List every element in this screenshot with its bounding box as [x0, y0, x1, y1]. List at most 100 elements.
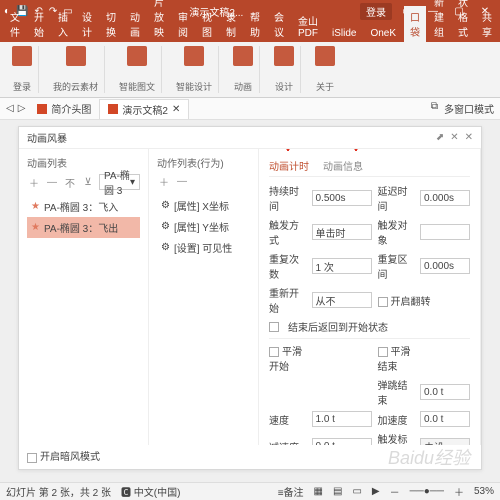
zoom-out-icon[interactable]: －: [390, 484, 400, 499]
ribbon-tab[interactable]: 切换: [100, 6, 122, 42]
multi-window-icon[interactable]: ⧉: [431, 101, 438, 116]
ribbon-group[interactable]: 设计: [268, 46, 301, 93]
inp-restart[interactable]: 从不: [312, 292, 372, 308]
ribbon-tab[interactable]: 新建组: [428, 0, 450, 42]
lbl-restart: 重新开始: [269, 285, 306, 315]
ribbon-group[interactable]: 动画: [227, 46, 260, 93]
remove-icon[interactable]: —: [45, 177, 59, 188]
inp-accel[interactable]: 0.0 t: [420, 411, 470, 427]
inp-delay[interactable]: 0.000s: [420, 190, 470, 206]
ribbon-tab[interactable]: 审阅: [172, 6, 194, 42]
lbl-repeat: 重复次数: [269, 251, 306, 281]
tab-info[interactable]: 动画信息: [323, 155, 363, 176]
animation-list-item[interactable]: ★PA-椭圆 3：飞入: [27, 196, 140, 217]
ribbon-tab[interactable]: 插入: [52, 6, 74, 42]
login-button[interactable]: 登录: [360, 3, 392, 20]
ribbon-group-label: 登录: [13, 80, 31, 93]
lbl-tag: 触发标签: [378, 431, 415, 445]
inp-tag[interactable]: 未设: [420, 438, 470, 445]
document-tab-strip: ◁ ▷ 简介头图演示文稿2 ✕ ⧉ 多窗口模式: [0, 98, 500, 120]
multi-window-label[interactable]: 多窗口模式: [444, 101, 494, 116]
ribbon-group-label: 我的云素材: [53, 80, 98, 93]
zoom-value[interactable]: 53%: [474, 486, 494, 497]
action-list-item[interactable]: ⚙ [设置] 可见性: [157, 237, 250, 258]
ribbon-tab[interactable]: 帮助: [244, 6, 266, 42]
ribbon-group[interactable]: 智能设计: [170, 46, 219, 93]
lbl-speed: 速度: [269, 412, 306, 427]
inp-duration[interactable]: 0.500s: [312, 190, 372, 206]
add2-icon[interactable]: ＋: [157, 174, 171, 189]
ribbon-tab[interactable]: 口袋: [404, 6, 426, 42]
inp-trigobj[interactable]: [420, 224, 470, 240]
panel-pop-icon[interactable]: ⬈: [436, 132, 444, 143]
ribbon-group-label: 设计: [275, 80, 293, 93]
remove2-icon[interactable]: —: [175, 176, 189, 187]
ribbon-tab[interactable]: 幻灯片放映: [148, 0, 170, 42]
view-reading-icon[interactable]: ▭: [352, 486, 361, 497]
ribbon-tab[interactable]: 设计: [76, 6, 98, 42]
action-list-item[interactable]: ⚙ [属性] X坐标: [157, 195, 250, 216]
inp-repeat[interactable]: 1 次: [312, 258, 372, 274]
view-sorter-icon[interactable]: ▤: [333, 486, 342, 497]
gear-icon: ⚙: [161, 200, 170, 211]
ribbon-group[interactable]: 我的云素材: [47, 46, 105, 93]
status-bar: 幻灯片 第 2 张，共 2 张 🅲 中文(中国) ≡备注 ▦ ▤ ▭ ▶ － ─…: [0, 482, 500, 500]
presentation-icon: [108, 104, 118, 114]
action-list-item[interactable]: ⚙ [属性] Y坐标: [157, 216, 250, 237]
chk-dark-mode[interactable]: [27, 453, 37, 463]
shape-selector[interactable]: PA-椭圆 3▾: [99, 174, 140, 190]
panel-pin-icon[interactable]: ✕: [450, 132, 458, 143]
lbl-trigger: 触发方式: [269, 217, 306, 247]
lang-indicator[interactable]: 🅲 中文(中国): [121, 484, 180, 499]
notes-icon[interactable]: ≡备注: [278, 484, 304, 499]
ribbon-tab[interactable]: 录制: [220, 6, 242, 42]
view-slideshow-icon[interactable]: ▶: [372, 486, 380, 497]
chk-smooth-end[interactable]: [378, 347, 388, 357]
ribbon-tab[interactable]: 形状格式: [452, 0, 474, 42]
inp-speed[interactable]: 1.0 t: [312, 411, 372, 427]
zoom-slider[interactable]: ──●──: [410, 486, 444, 497]
ribbon-tab[interactable]: 金山PDF: [292, 10, 324, 42]
inp-decel[interactable]: 0.0 t: [312, 438, 372, 445]
inp-interval[interactable]: 0.000s: [420, 258, 470, 274]
tab-close-icon[interactable]: ✕: [172, 104, 180, 115]
ribbon-group-label: 智能设计: [176, 80, 212, 93]
up-icon[interactable]: 不: [63, 175, 77, 190]
zoom-in-icon[interactable]: ＋: [454, 484, 464, 499]
document-tab[interactable]: 简介头图: [29, 99, 99, 119]
ribbon-group[interactable]: 关于: [309, 46, 341, 93]
ribbon-tab[interactable]: 共享: [476, 6, 498, 42]
view-normal-icon[interactable]: ▦: [314, 486, 323, 497]
panel-close-icon[interactable]: ✕: [465, 132, 473, 143]
ribbon-group-icon: [184, 46, 204, 66]
ribbon-tab[interactable]: 动画: [124, 6, 146, 42]
ribbon-group-icon: [127, 46, 147, 66]
ribbon-group[interactable]: 智能图文: [113, 46, 162, 93]
tab-timing[interactable]: 动画计时: [269, 155, 309, 176]
gear-icon: ⚙: [161, 221, 170, 232]
document-tab[interactable]: 演示文稿2 ✕: [99, 99, 189, 119]
ribbon-tab[interactable]: 开始: [28, 6, 50, 42]
gear-icon: ⚙: [161, 242, 170, 253]
animation-list-item[interactable]: ★PA-椭圆 3：飞出: [27, 217, 140, 238]
annotation-arrow: [355, 149, 357, 151]
chk-smooth-start[interactable]: [269, 347, 279, 357]
ribbon-tab[interactable]: iSlide: [326, 25, 362, 42]
ribbon-tab[interactable]: 会议: [268, 6, 290, 42]
inp-trigger[interactable]: 单击时: [312, 224, 372, 240]
chk-autorev[interactable]: [378, 297, 388, 307]
lbl-accel: 加速度: [378, 412, 415, 427]
star-icon: ★: [31, 222, 40, 233]
ribbon-group[interactable]: 登录: [6, 46, 39, 93]
ribbon-tab[interactable]: 视图: [196, 6, 218, 42]
down-icon[interactable]: ⊻: [81, 177, 95, 188]
nav-fwd-icon[interactable]: ▷: [18, 103, 26, 114]
nav-back-icon[interactable]: ◁: [6, 103, 14, 114]
star-icon: ★: [31, 201, 40, 212]
chk-rewind[interactable]: [269, 322, 279, 332]
add-icon[interactable]: ＋: [27, 175, 41, 190]
ribbon-body: 登录 我的云素材 智能图文智能设计 动画设计 关于: [0, 42, 500, 98]
ribbon-tab[interactable]: 文件: [4, 6, 26, 42]
ribbon-tab[interactable]: OneK: [364, 25, 402, 42]
inp-bounce[interactable]: 0.0 t: [420, 384, 470, 400]
